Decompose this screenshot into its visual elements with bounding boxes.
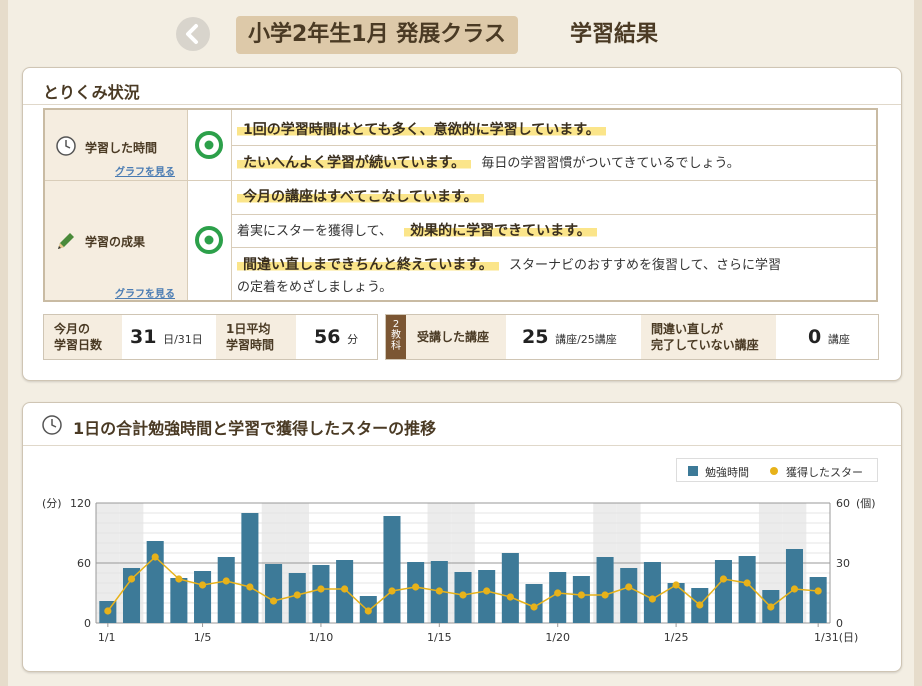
highlight-text: 間違い直しまできちんと終えています。 [237, 257, 499, 273]
avg-time-label-line2: 学習時間 [226, 338, 275, 352]
avg-time-label-line1: 1日平均 [226, 322, 271, 336]
subject-tag-line1: 2 [392, 319, 400, 330]
highlight-text: 1回の学習時間はとても多く、意欲的に学習しています。 [237, 122, 606, 138]
chevron-left-icon [186, 24, 198, 44]
review-label-line1: 間違い直しが [651, 322, 724, 336]
study-days-number: 31 [130, 326, 157, 348]
chart-panel: 1日の合計勉強時間と学習で獲得したスターの推移 [22, 402, 902, 672]
divider [23, 104, 901, 105]
highlight-text: 効果的に学習できています。 [404, 223, 597, 239]
legend-swatch-bar [688, 466, 698, 476]
status-message: 着実にスターを獲得して、 効果的に学習できています。 [237, 220, 597, 240]
legend-swatch-dot [770, 467, 778, 475]
avg-time-value: 56 分 [314, 315, 358, 359]
lessons-value: 25 講座/25講座 [522, 315, 617, 359]
row-divider [232, 247, 876, 248]
review-label-line2: 完了していない講座 [651, 338, 759, 352]
divider [23, 445, 901, 446]
status-message: 1回の学習時間はとても多く、意欲的に学習しています。 [237, 119, 606, 139]
results-label: 学習の成果 [85, 235, 146, 249]
page-title: 学習結果 [570, 22, 659, 47]
chart-panel-title: 1日の合計勉強時間と学習で獲得したスターの推移 [73, 419, 437, 438]
legend-label-stars: 獲得したスター [786, 466, 863, 479]
highlight-text: 今月の講座はすべてこなしています。 [237, 189, 484, 205]
double-circle-icon [195, 131, 223, 159]
avg-time-unit: 分 [347, 333, 359, 346]
lessons-unit: 講座/25講座 [555, 333, 617, 346]
background-stripe [0, 0, 8, 686]
study-days-unit: 日/31日 [163, 333, 203, 346]
plain-text: 毎日の学習習慣がついてきているでしょう。 [481, 156, 740, 171]
row-divider [45, 180, 876, 181]
pencil-icon [58, 233, 74, 249]
status-message: 間違い直しまできちんと終えています。 スターナビのおすすめを復習して、さらに学習 [237, 254, 781, 274]
review-label: 間違い直しが 完了していない講座 [641, 315, 776, 359]
subject-count-tag: 2 教 科 [386, 315, 406, 359]
plain-text: スターナビのおすすめを復習して、さらに学習 [509, 258, 782, 273]
background-stripe [914, 0, 922, 686]
status-panel-title: とりくみ状況 [43, 83, 140, 102]
review-unit: 講座 [827, 333, 850, 346]
status-message: 今月の講座はすべてこなしています。 [237, 186, 484, 206]
row-divider [232, 214, 876, 215]
subject-tag-line3: 科 [391, 341, 401, 352]
results-graph-link[interactable]: グラフを見る [115, 285, 175, 300]
study-time-label: 学習した時間 [85, 141, 158, 155]
clock-icon [42, 415, 62, 435]
study-days-label-line2: 学習日数 [54, 338, 103, 352]
plain-text: 着実にスターを獲得して、 [237, 224, 392, 239]
chart-legend: 勉強時間 獲得したスター [676, 458, 878, 482]
class-title: 小学2年生1月 発展クラス [236, 16, 518, 54]
legend-label-study-time: 勉強時間 [705, 466, 749, 479]
clock-icon [56, 136, 76, 156]
lessons-label-text: 受講した講座 [417, 330, 490, 344]
study-stats-box: 今月の 学習日数 31 日/31日 1日平均 学習時間 56 分 [43, 314, 378, 360]
study-days-label-line1: 今月の [54, 322, 91, 336]
status-message: たいへんよく学習が続いています。 毎日の学習習慣がついてきているでしょう。 [237, 152, 740, 172]
lessons-label: 受講した講座 [406, 315, 506, 359]
lesson-stats-box: 2 教 科 受講した講座 25 講座/25講座 間違い直しが 完了していない講座… [385, 314, 879, 360]
plain-text: の定着をめざしましょう。 [237, 280, 393, 295]
study-time-graph-link[interactable]: グラフを見る [115, 163, 175, 178]
review-value: 0 講座 [808, 315, 850, 359]
avg-time-label: 1日平均 学習時間 [216, 315, 296, 359]
avg-time-number: 56 [314, 326, 341, 348]
highlight-text: たいへんよく学習が続いています。 [237, 155, 472, 171]
row-divider [232, 145, 876, 146]
back-button[interactable] [176, 17, 210, 51]
page-header: 小学2年生1月 発展クラス 学習結果 [0, 10, 922, 62]
lessons-number: 25 [522, 326, 549, 348]
review-number: 0 [808, 326, 822, 348]
double-circle-icon [195, 226, 223, 254]
study-days-value: 31 日/31日 [130, 315, 203, 359]
status-message: の定着をめざしましょう。 [237, 276, 392, 295]
status-table: 学習した時間 グラフを見る 学習の成果 グラフを見る 1回の学習時間はとても多く… [43, 108, 878, 302]
study-days-label: 今月の 学習日数 [44, 315, 122, 359]
subject-tag-line2: 教 [391, 330, 401, 341]
